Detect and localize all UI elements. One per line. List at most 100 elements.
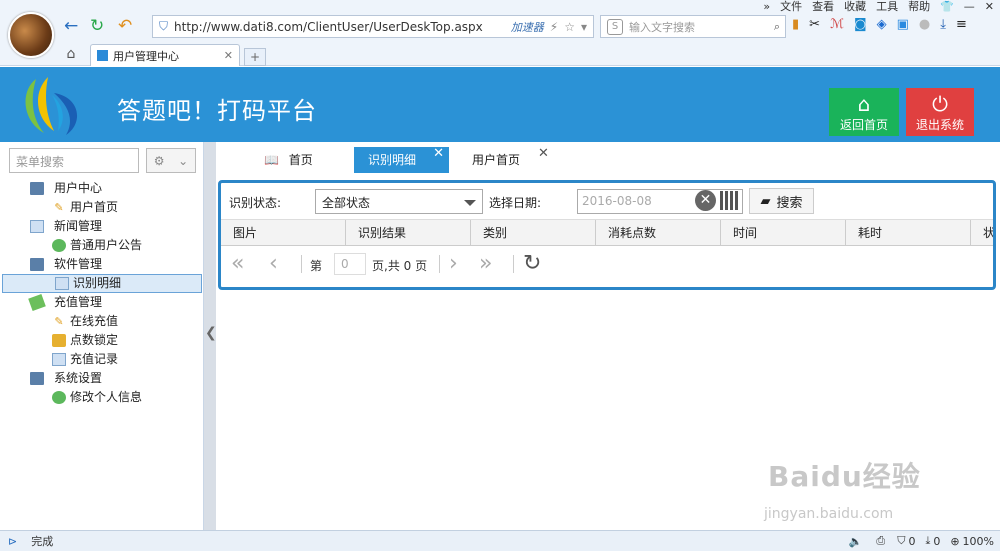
menu-group-software[interactable]: 软件管理 xyxy=(0,255,204,274)
scissors-icon[interactable]: ✂ xyxy=(809,17,820,32)
menu-item-announcements[interactable]: 普通用户公告 xyxy=(0,236,204,255)
column-header-status[interactable]: 状 xyxy=(971,220,993,246)
status-select[interactable]: 全部状态 xyxy=(315,189,483,214)
column-header-duration[interactable]: 耗时 xyxy=(846,220,971,246)
close-tab-icon[interactable]: ✕ xyxy=(224,49,233,62)
zoom-icon[interactable]: ⊕ xyxy=(950,535,959,548)
star-icon[interactable]: ☆ xyxy=(564,20,575,34)
menu-item-user-home[interactable]: ✎ 用户首页 xyxy=(0,198,204,217)
refresh-icon[interactable]: ↻ xyxy=(90,16,104,36)
calendar-icon[interactable] xyxy=(720,191,740,210)
back-icon[interactable]: ← xyxy=(64,16,78,36)
extension-icon[interactable]: ▮ xyxy=(792,17,799,32)
column-header-time[interactable]: 时间 xyxy=(721,220,846,246)
column-header-category[interactable]: 类别 xyxy=(471,220,596,246)
column-header-points[interactable]: 消耗点数 xyxy=(596,220,721,246)
menu-group-label: 软件管理 xyxy=(54,257,103,271)
menu-more[interactable]: » xyxy=(763,0,770,14)
menu-tools[interactable]: 工具 xyxy=(876,0,898,14)
sidebar-toggle-icon[interactable]: ⊳ xyxy=(8,535,17,548)
circle-icon[interactable]: ● xyxy=(919,17,930,32)
home-icon[interactable]: ⌂ xyxy=(60,46,82,66)
page-total: 页,共 0 页 xyxy=(372,259,428,273)
mail-icon[interactable]: ◙ xyxy=(854,17,867,32)
user-avatar[interactable] xyxy=(8,12,54,58)
tab-user-home[interactable]: 用户首页 ✕ xyxy=(472,146,549,173)
computer-icon xyxy=(30,182,44,195)
menu-group-settings[interactable]: 系统设置 xyxy=(0,369,204,388)
next-page-icon[interactable]: › xyxy=(449,252,458,276)
blocked-count: 0 xyxy=(908,534,916,548)
accelerator-label[interactable]: 加速器 xyxy=(511,19,544,35)
column-header-image[interactable]: 图片 xyxy=(221,220,346,246)
site-title: 答题吧！打码平台 xyxy=(117,97,317,125)
pencil-icon: ✎ xyxy=(54,315,64,328)
pager-separator xyxy=(513,255,514,273)
pager-separator xyxy=(439,255,440,273)
menu-item-online-recharge[interactable]: ✎ 在线充值 xyxy=(0,312,204,331)
tab-home[interactable]: 📖 首页 xyxy=(264,147,313,173)
translate-icon[interactable]: ℳ xyxy=(830,17,844,32)
lightning-icon[interactable]: ⚡ xyxy=(550,20,558,34)
document-icon xyxy=(52,353,66,366)
address-url[interactable]: http://www.dati8.com/ClientUser/UserDesk… xyxy=(174,20,511,34)
browser-search-input[interactable]: 输入文字搜索 xyxy=(629,19,695,35)
exit-system-button[interactable]: ⏻ 退出系统 xyxy=(906,88,974,136)
column-header-result[interactable]: 识别结果 xyxy=(346,220,471,246)
menu-item-points-lock[interactable]: 点数锁定 xyxy=(0,331,204,350)
browser-search[interactable]: S 输入文字搜索 ⌕ xyxy=(600,15,786,38)
date-input[interactable]: 2016-08-08 xyxy=(577,189,743,214)
security-icon[interactable]: ◈ xyxy=(877,17,887,32)
menu-group-news[interactable]: 新闻管理 xyxy=(0,217,204,236)
undo-icon[interactable]: ↶ xyxy=(118,16,132,36)
back-home-button[interactable]: ⌂ 返回首页 xyxy=(829,88,899,136)
menu-item-label: 用户首页 xyxy=(70,200,119,214)
download-icon[interactable]: ⤓ xyxy=(940,17,946,32)
chevron-down-icon[interactable]: ▾ xyxy=(581,20,587,34)
menu-group-recharge[interactable]: 充值管理 xyxy=(0,293,204,312)
speaker-icon[interactable]: 🔈 xyxy=(849,535,863,548)
sidebar: 菜单搜索 ⚙ ⌄ 用户中心 ✎ 用户首页 新闻管理 普通用户公告 软件管理 识别… xyxy=(0,142,204,530)
sidebar-collapse-handle[interactable]: ❮ xyxy=(204,142,217,530)
close-window-icon[interactable]: ✕ xyxy=(985,0,994,14)
money-icon xyxy=(28,293,46,312)
new-tab-button[interactable]: + xyxy=(244,48,266,66)
refresh-icon[interactable]: ↻ xyxy=(523,252,541,276)
close-icon[interactable]: ✕ xyxy=(433,141,444,167)
prev-page-icon[interactable]: ‹ xyxy=(269,252,278,276)
skin-icon[interactable]: 👕 xyxy=(940,0,954,14)
search-icon[interactable]: ⌕ xyxy=(774,20,780,34)
menu-search-input[interactable]: 菜单搜索 xyxy=(9,148,139,173)
menu-icon[interactable]: ≡ xyxy=(956,17,967,32)
minimize-icon[interactable]: — xyxy=(964,0,975,14)
shield-icon[interactable]: ⛉ xyxy=(897,534,905,548)
tab-recognition-detail[interactable]: 识别明细 ✕ xyxy=(354,146,449,173)
menu-item-recharge-records[interactable]: 充值记录 xyxy=(0,350,204,369)
search-button[interactable]: ▰ 搜索 xyxy=(749,188,814,214)
menu-help[interactable]: 帮助 xyxy=(908,0,930,14)
printer-icon[interactable]: ⎙ xyxy=(876,534,885,548)
address-bar[interactable]: ⛉ http://www.dati8.com/ClientUser/UserDe… xyxy=(152,15,594,38)
menu-favorites[interactable]: 收藏 xyxy=(844,0,866,14)
close-icon[interactable]: ✕ xyxy=(538,141,549,167)
last-page-icon[interactable]: » xyxy=(479,252,492,276)
menu-group-label: 新闻管理 xyxy=(54,219,103,233)
download-icon[interactable]: ⤓ xyxy=(925,534,930,548)
menu-group-label: 充值管理 xyxy=(54,295,103,309)
menu-item-edit-profile[interactable]: 修改个人信息 xyxy=(0,388,204,407)
browser-toolbar: » 文件 查看 收藏 工具 帮助 👕 — ✕ ← ↻ ↶ ⛉ http://ww… xyxy=(0,0,1000,66)
first-page-icon[interactable]: « xyxy=(231,252,244,276)
page-number-input[interactable]: 0 xyxy=(334,253,366,275)
menu-file[interactable]: 文件 xyxy=(780,0,802,14)
clear-icon[interactable]: ✕ xyxy=(695,190,716,211)
browser-tab[interactable]: 用户管理中心 ✕ xyxy=(90,44,240,66)
menu-settings-dropdown[interactable]: ⚙ ⌄ xyxy=(146,148,196,173)
back-home-label: 返回首页 xyxy=(839,118,888,132)
zoom-level[interactable]: 100% xyxy=(963,535,994,548)
menu-group-user-center[interactable]: 用户中心 xyxy=(0,179,204,198)
menu-group-label: 系统设置 xyxy=(54,371,103,385)
menu-view[interactable]: 查看 xyxy=(812,0,834,14)
shield-check-icon[interactable]: ▣ xyxy=(897,17,909,32)
search-engine-icon[interactable]: S xyxy=(607,18,623,35)
menu-item-recognition-detail[interactable]: 识别明细 xyxy=(2,274,202,293)
